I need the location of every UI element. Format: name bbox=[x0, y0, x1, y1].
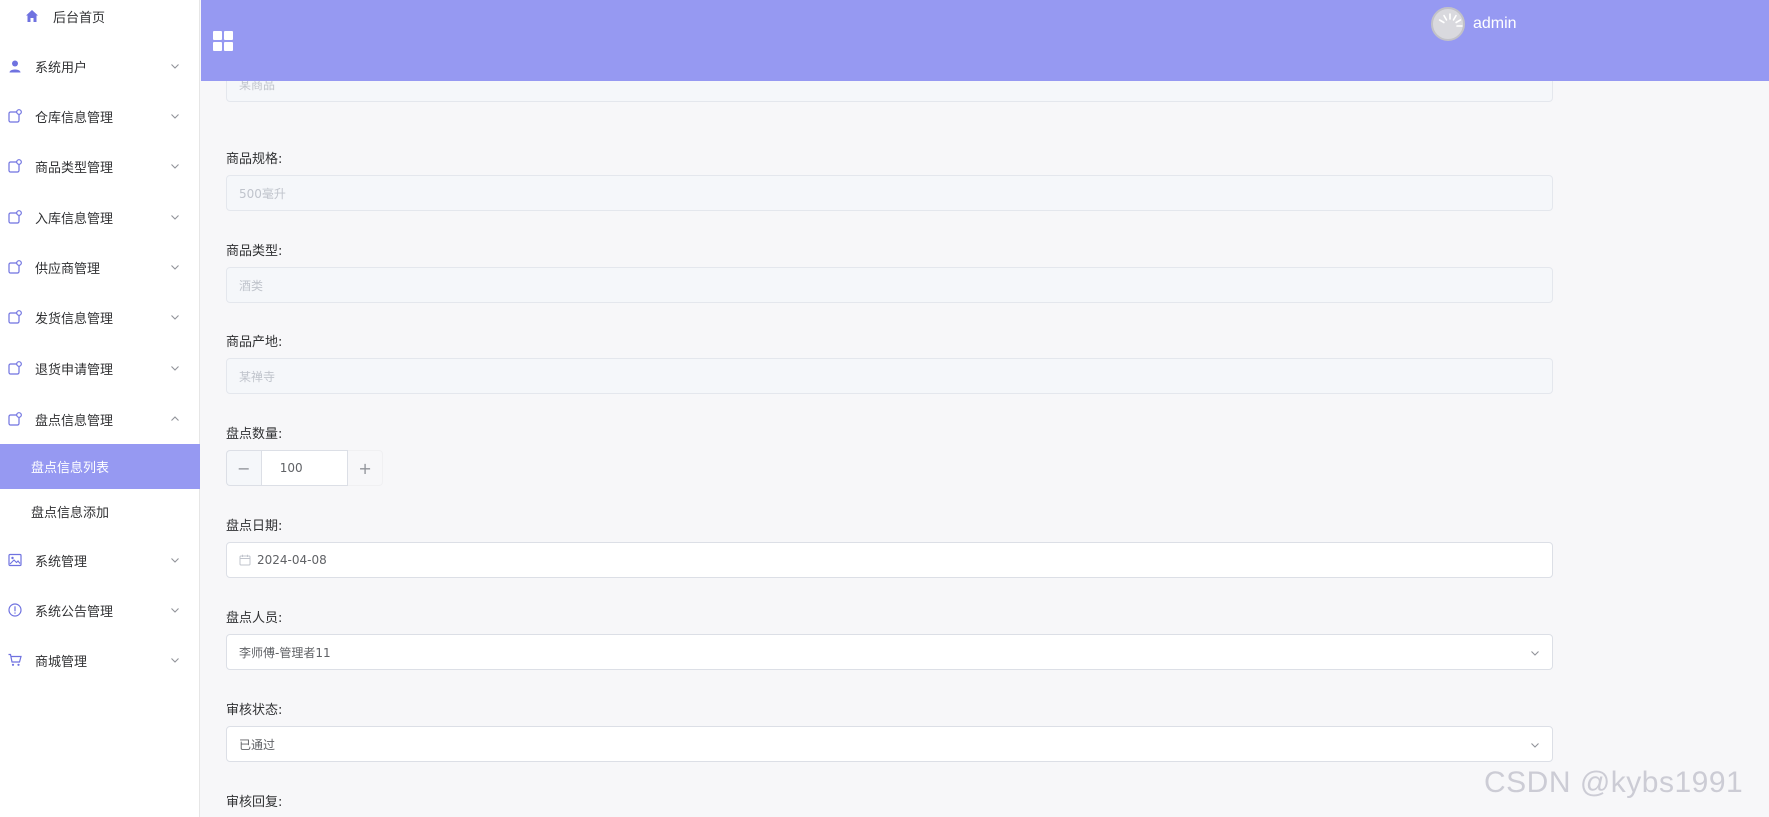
sidebar-item-label: 仓库信息管理 bbox=[35, 110, 114, 126]
sidebar-item-mall[interactable]: 商城管理 bbox=[0, 635, 200, 685]
folder-icon bbox=[7, 412, 22, 427]
chevron-down-icon bbox=[171, 164, 179, 169]
sidebar-item-label: 商城管理 bbox=[35, 654, 88, 670]
sidebar-item-inventory[interactable]: 盘点信息管理 bbox=[0, 394, 200, 444]
sidebar-item-label: 供应商管理 bbox=[35, 261, 101, 277]
product-name-field: 某商品 bbox=[226, 81, 1553, 102]
user-icon bbox=[7, 59, 22, 74]
field-label: 商品规格: bbox=[226, 152, 283, 167]
product-type-field: 酒类 bbox=[226, 267, 1553, 303]
sidebar-subitem-inventory-list[interactable]: 盘点信息列表 bbox=[0, 444, 200, 489]
field-value: 500毫升 bbox=[239, 186, 286, 201]
sidebar-item-label: 系统公告管理 bbox=[35, 604, 114, 620]
select-value: 已通过 bbox=[239, 737, 276, 752]
field-label: 审核回复: bbox=[226, 795, 283, 810]
field-label: 盘点人员: bbox=[226, 611, 283, 626]
sidebar-item-warehouse[interactable]: 仓库信息管理 bbox=[0, 91, 200, 141]
form-content: 某商品 商品规格: 500毫升 商品类型: 酒类 商品产地: 某禅寺 盘点数量:… bbox=[201, 81, 1769, 817]
quantity-input[interactable]: 100 bbox=[260, 450, 349, 486]
folder-icon bbox=[7, 361, 22, 376]
grid-icon[interactable] bbox=[213, 31, 233, 51]
folder-icon bbox=[7, 260, 22, 275]
chevron-down-icon bbox=[171, 114, 179, 119]
sidebar-subitem-label: 盘点信息列表 bbox=[31, 461, 110, 476]
chevron-up-icon bbox=[171, 416, 179, 421]
decrement-button[interactable]: − bbox=[226, 450, 261, 486]
home-icon bbox=[24, 9, 39, 24]
sidebar-item-supplier[interactable]: 供应商管理 bbox=[0, 242, 200, 292]
sidebar-item-returns[interactable]: 退货申请管理 bbox=[0, 343, 200, 393]
select-value: 李师傅-管理者11 bbox=[239, 645, 331, 660]
chevron-down-icon bbox=[171, 315, 179, 320]
watermark: CSDN @kybs1991 bbox=[1484, 766, 1744, 799]
sidebar-item-label: 后台首页 bbox=[53, 10, 106, 26]
top-header: admin bbox=[201, 0, 1769, 81]
chevron-down-icon bbox=[171, 366, 179, 371]
sidebar: 后台首页 系统用户 仓库信息管理 商品类型管理 入库信息管理 供应商管理 发货信… bbox=[0, 0, 200, 817]
sidebar-item-announcements[interactable]: 系统公告管理 bbox=[0, 585, 200, 635]
chevron-down-icon bbox=[171, 558, 179, 563]
picture-icon bbox=[7, 553, 22, 568]
product-spec-field: 500毫升 bbox=[226, 175, 1553, 211]
date-value: 2024-04-08 bbox=[257, 553, 327, 567]
calendar-icon bbox=[239, 554, 251, 566]
avatar[interactable] bbox=[1431, 7, 1465, 41]
field-label: 商品类型: bbox=[226, 244, 283, 259]
chevron-down-icon bbox=[1531, 651, 1539, 656]
sidebar-item-system-users[interactable]: 系统用户 bbox=[0, 41, 200, 91]
chevron-down-icon bbox=[171, 215, 179, 220]
folder-icon bbox=[7, 310, 22, 325]
info-icon bbox=[7, 603, 22, 618]
sidebar-item-inbound[interactable]: 入库信息管理 bbox=[0, 192, 200, 242]
increment-button[interactable]: + bbox=[348, 450, 383, 486]
sidebar-item-label: 商品类型管理 bbox=[35, 160, 114, 176]
sidebar-item-label: 系统管理 bbox=[35, 554, 88, 570]
chevron-down-icon bbox=[1531, 743, 1539, 748]
sidebar-item-label: 入库信息管理 bbox=[35, 211, 114, 227]
sidebar-item-product-type[interactable]: 商品类型管理 bbox=[0, 141, 200, 191]
field-label: 盘点日期: bbox=[226, 519, 283, 534]
staff-select[interactable]: 李师傅-管理者11 bbox=[226, 634, 1553, 670]
sidebar-item-label: 系统用户 bbox=[35, 60, 88, 76]
folder-icon bbox=[7, 159, 22, 174]
field-value: 某禅寺 bbox=[239, 369, 276, 384]
sidebar-item-home[interactable]: 后台首页 bbox=[0, 0, 200, 41]
sidebar-subitem-inventory-add[interactable]: 盘点信息添加 bbox=[0, 489, 200, 534]
product-origin-field: 某禅寺 bbox=[226, 358, 1553, 394]
field-label: 审核状态: bbox=[226, 703, 283, 718]
sidebar-item-system-manage[interactable]: 系统管理 bbox=[0, 535, 200, 585]
quantity-stepper: − 100 + bbox=[226, 450, 383, 486]
cart-icon bbox=[7, 653, 22, 668]
chevron-down-icon bbox=[171, 608, 179, 613]
field-value: 酒类 bbox=[239, 278, 264, 293]
username[interactable]: admin bbox=[1473, 15, 1517, 33]
sidebar-item-shipping[interactable]: 发货信息管理 bbox=[0, 292, 200, 342]
status-select[interactable]: 已通过 bbox=[226, 726, 1553, 762]
field-label: 商品产地: bbox=[226, 335, 283, 350]
folder-icon bbox=[7, 210, 22, 225]
chevron-down-icon bbox=[171, 265, 179, 270]
sidebar-item-label: 发货信息管理 bbox=[35, 311, 114, 327]
folder-icon bbox=[7, 109, 22, 124]
date-picker[interactable]: 2024-04-08 bbox=[226, 542, 1553, 578]
field-label: 盘点数量: bbox=[226, 427, 283, 442]
chevron-down-icon bbox=[171, 64, 179, 69]
sidebar-subitem-label: 盘点信息添加 bbox=[31, 506, 110, 521]
chevron-down-icon bbox=[171, 658, 179, 663]
field-value: 某商品 bbox=[239, 81, 276, 92]
sidebar-item-label: 盘点信息管理 bbox=[35, 413, 114, 429]
sidebar-item-label: 退货申请管理 bbox=[35, 362, 114, 378]
